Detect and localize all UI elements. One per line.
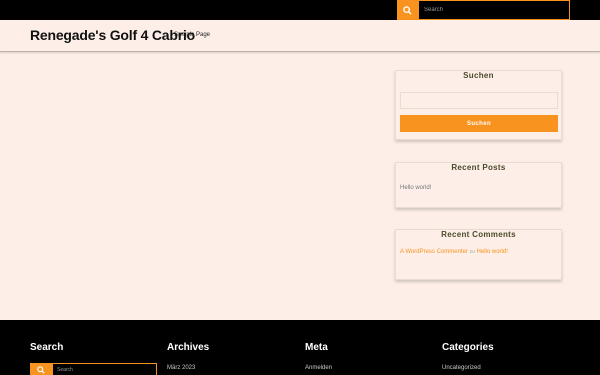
search-widget: Suchen Suchen bbox=[395, 70, 562, 140]
search-widget-title: Suchen bbox=[396, 65, 561, 83]
search-icon bbox=[37, 366, 45, 374]
site-footer: Search Archives März 2023 Meta Anmelden … bbox=[0, 320, 600, 375]
recent-post-link[interactable]: Hello world! bbox=[400, 185, 431, 191]
footer-search-button[interactable] bbox=[30, 363, 52, 375]
recent-comments-widget: Recent Comments A WordPress Commenter zu… bbox=[395, 229, 562, 280]
footer-meta-title: Meta bbox=[305, 342, 328, 353]
site-title[interactable]: Renegade's Golf 4 Cabrio bbox=[30, 27, 195, 43]
search-icon bbox=[403, 5, 412, 15]
comment-author-link[interactable]: A WordPress Commenter bbox=[400, 249, 468, 255]
search-input[interactable] bbox=[400, 92, 558, 109]
comment-post-link[interactable]: Hello world! bbox=[477, 249, 508, 255]
recent-posts-title: Recent Posts bbox=[396, 157, 561, 175]
footer-search-title: Search bbox=[30, 342, 64, 353]
footer-category-link[interactable]: Uncategorized bbox=[442, 365, 481, 371]
footer-categories-title: Categories bbox=[442, 342, 494, 353]
recent-posts-widget: Recent Posts Hello world! bbox=[395, 162, 562, 208]
top-bar bbox=[0, 0, 600, 20]
footer-archive-link[interactable]: März 2023 bbox=[167, 365, 195, 371]
recent-comment-item: A WordPress Commenter zu Hello world! bbox=[400, 249, 508, 255]
footer-archives-title: Archives bbox=[167, 342, 210, 353]
top-search-button[interactable] bbox=[397, 0, 418, 20]
search-button[interactable]: Suchen bbox=[400, 115, 558, 132]
footer-search-input[interactable] bbox=[52, 363, 157, 375]
recent-comments-title: Recent Comments bbox=[396, 224, 561, 242]
nav-item-sample-page[interactable]: Sample Page bbox=[174, 32, 210, 38]
comment-connector: zu bbox=[469, 249, 475, 255]
footer-meta-link[interactable]: Anmelden bbox=[305, 365, 332, 371]
site-header: Renegade's Golf 4 Cabrio Sample Page bbox=[0, 20, 600, 52]
top-search-input[interactable] bbox=[418, 0, 570, 20]
